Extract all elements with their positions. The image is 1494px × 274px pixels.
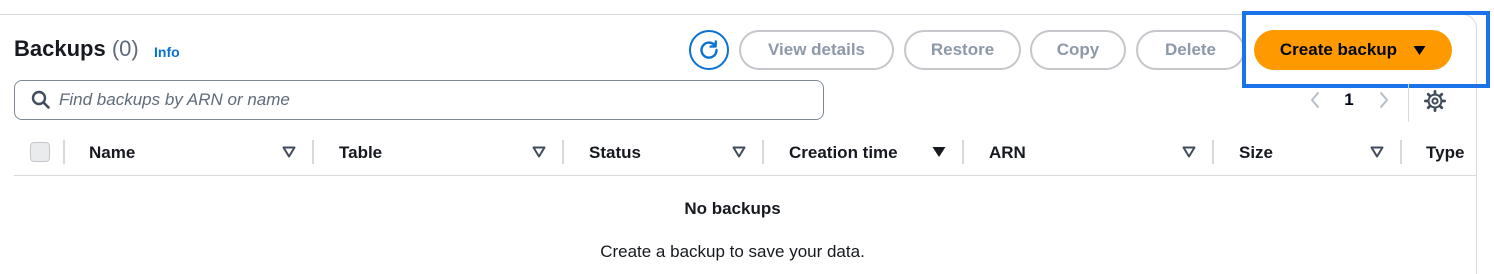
search-icon	[31, 90, 50, 109]
create-backup-label: Create backup	[1279, 40, 1398, 59]
column-divider	[962, 140, 964, 164]
next-page-button[interactable]	[1372, 88, 1396, 112]
column-divider	[762, 140, 764, 164]
select-all-checkbox[interactable]	[30, 142, 50, 162]
column-header-arn[interactable]: ARN	[989, 143, 1026, 163]
sort-outline-icon[interactable]	[532, 146, 546, 158]
table-header-divider	[14, 175, 1477, 176]
caret-down-icon	[1413, 45, 1426, 55]
refresh-icon	[700, 40, 718, 59]
chevron-left-icon	[1311, 92, 1319, 108]
column-divider	[1400, 140, 1402, 164]
current-page-number[interactable]: 1	[1338, 90, 1360, 110]
pagination-divider	[1408, 84, 1409, 122]
column-divider	[562, 140, 564, 164]
sort-outline-icon[interactable]	[732, 146, 746, 158]
column-header-size[interactable]: Size	[1239, 143, 1273, 163]
create-backup-button[interactable]: Create backup	[1254, 30, 1452, 70]
refresh-button[interactable]	[689, 30, 729, 70]
page-title: Backups (0)	[14, 36, 139, 62]
sort-descending-icon[interactable]	[932, 146, 946, 158]
page-title-text: Backups	[14, 36, 106, 61]
column-divider	[1212, 140, 1214, 164]
preferences-button[interactable]	[1422, 88, 1448, 114]
search-field[interactable]	[14, 80, 824, 120]
empty-state-description: Create a backup to save your data.	[600, 242, 865, 261]
column-header-name[interactable]: Name	[89, 143, 135, 163]
previous-page-button[interactable]	[1303, 88, 1327, 112]
sort-outline-icon[interactable]	[282, 146, 296, 158]
sort-outline-icon[interactable]	[1182, 146, 1196, 158]
column-divider	[63, 140, 65, 164]
view-details-button[interactable]: View details	[739, 30, 894, 70]
restore-button[interactable]: Restore	[904, 30, 1021, 70]
search-input[interactable]	[59, 90, 799, 110]
sort-outline-icon[interactable]	[1370, 146, 1384, 158]
delete-button[interactable]: Delete	[1136, 30, 1245, 70]
empty-state-title: No backups	[684, 199, 781, 218]
chevron-right-icon	[1380, 92, 1388, 108]
column-header-status[interactable]: Status	[589, 143, 641, 163]
backup-count: (0)	[111, 36, 139, 61]
column-header-type[interactable]: Type	[1426, 143, 1464, 163]
column-header-table[interactable]: Table	[339, 143, 382, 163]
gear-icon	[1424, 90, 1446, 112]
column-header-creation-time[interactable]: Creation time	[789, 143, 898, 163]
info-link[interactable]: Info	[154, 44, 180, 60]
copy-button[interactable]: Copy	[1030, 30, 1126, 70]
column-divider	[312, 140, 314, 164]
